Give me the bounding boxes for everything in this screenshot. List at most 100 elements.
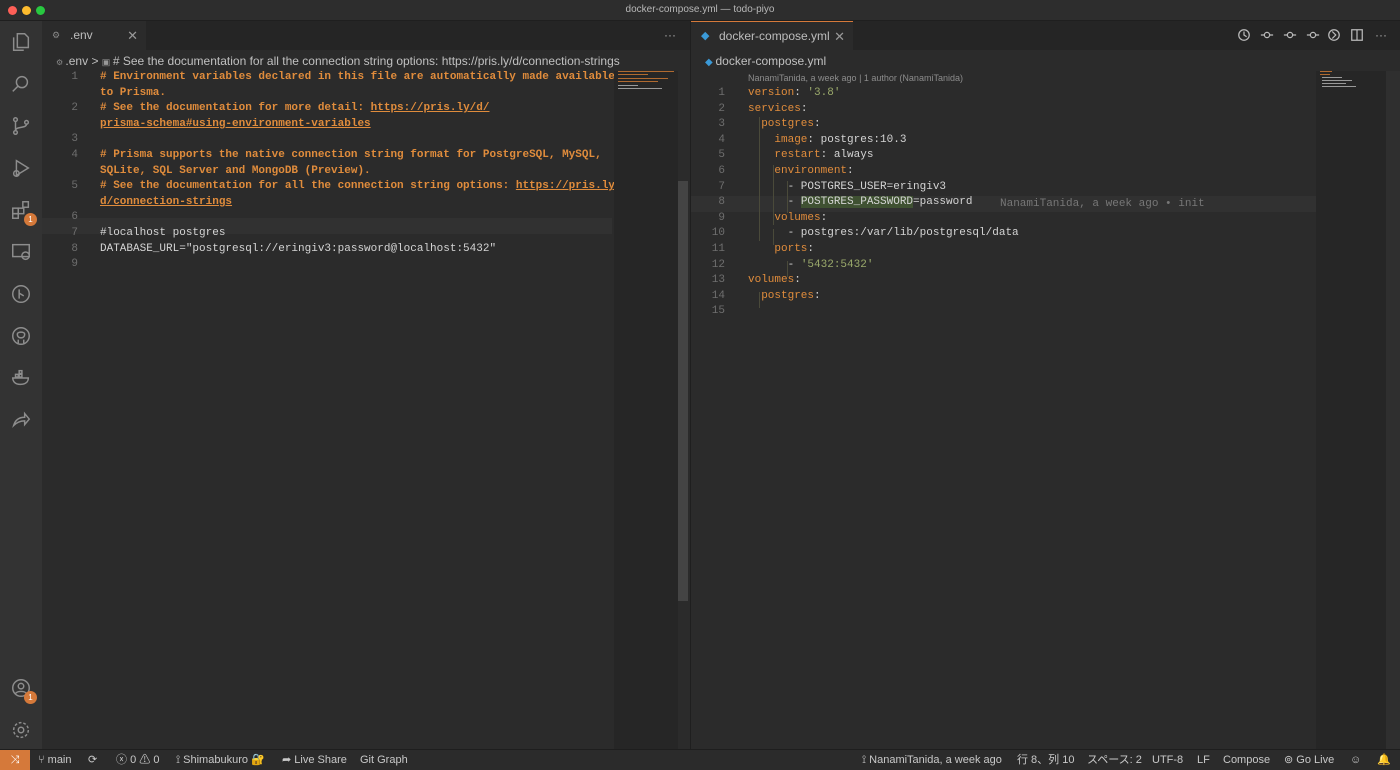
run-debug-icon[interactable] <box>8 155 34 181</box>
language-mode[interactable]: Compose <box>1223 750 1270 770</box>
accounts-badge: 1 <box>24 691 37 704</box>
code-token: - postgres:/var/lib/postgresql/data <box>748 227 1019 240</box>
git-branch-icon: ⑂ <box>38 754 48 766</box>
code-token: : <box>847 165 854 177</box>
next-revision-icon[interactable] <box>1306 28 1320 42</box>
code-text: services: <box>748 101 807 117</box>
line-number: 8 <box>71 242 78 255</box>
status-bar: ⤨ ⑂ main ⟳ ⓧ 0 ⚠ 0 ⟟ Shimabukuro 🔐 ➦ Liv… <box>0 749 1400 770</box>
codelens-blame[interactable]: NanamiTanida, a week ago | 1 author (Nan… <box>748 71 963 85</box>
sync-icon[interactable]: ⟳ <box>88 750 97 770</box>
line-number: 7 <box>718 180 725 193</box>
feedback-icon[interactable]: ☺ <box>1350 750 1361 770</box>
line-number: 1 <box>718 87 725 99</box>
indent-guide <box>787 181 788 213</box>
live-share-icon[interactable] <box>8 407 34 433</box>
previous-revision-icon[interactable] <box>1283 28 1297 42</box>
split-editor-icon[interactable] <box>1350 28 1364 42</box>
line-number: 4 <box>718 133 725 146</box>
code-token: https://pris.ly/d/ <box>370 102 490 115</box>
code-token: postgres <box>748 289 815 302</box>
code-text: # See the documentation for all the conn… <box>100 178 622 194</box>
left-editor-group: ⚙ .env ✕ ··· ⚙ .env > ▣ # See the docume… <box>42 21 690 761</box>
breadcrumb-file[interactable]: docker-compose.yml <box>715 54 826 68</box>
more-actions-button[interactable]: ··· <box>1375 21 1387 50</box>
code-token: ports <box>748 243 808 255</box>
code-token: : <box>794 87 808 99</box>
broadcast-icon: ⊚ <box>1284 754 1297 766</box>
code-token: '3.8' <box>807 87 841 99</box>
settings-gear-icon[interactable] <box>8 717 34 743</box>
live-share-button[interactable]: ➦ Live Share <box>282 750 347 770</box>
code-text: image: postgres:10.3 <box>748 132 906 148</box>
indent-guide <box>759 292 760 308</box>
cursor-position[interactable]: 行 8、列 10 <box>1017 750 1074 770</box>
zoom-window-button[interactable] <box>36 6 45 15</box>
breadcrumb-file[interactable]: .env <box>65 54 88 68</box>
line-number: 8 <box>718 196 725 209</box>
git-graph-button[interactable]: Git Graph <box>360 750 408 770</box>
remote-explorer-icon[interactable] <box>8 239 34 265</box>
problems-indicator[interactable]: ⓧ 0 ⚠ 0 <box>116 750 159 770</box>
left-scrollbar[interactable] <box>678 181 688 601</box>
open-changes-icon[interactable] <box>1260 28 1274 42</box>
code-token: # Prisma supports the native connection … <box>100 149 602 161</box>
live-share-icon: ➦ <box>282 754 295 766</box>
code-token: '5432:5432' <box>800 258 874 271</box>
line-number: 3 <box>718 118 725 131</box>
search-icon[interactable] <box>8 71 34 97</box>
close-window-button[interactable] <box>8 6 17 15</box>
line-number: 1 <box>71 71 78 83</box>
timeline-icon[interactable] <box>1237 28 1251 42</box>
blame-label: NanamiTanida, a week ago <box>869 754 1002 766</box>
line-number: 9 <box>718 211 725 224</box>
line-number: 2 <box>718 102 725 115</box>
git-graph-icon[interactable] <box>8 281 34 307</box>
close-tab-icon[interactable]: ✕ <box>127 21 138 50</box>
symbol-icon: ▣ <box>101 57 113 67</box>
tab-env-label: .env <box>70 28 93 42</box>
end-of-line[interactable]: LF <box>1197 750 1210 770</box>
toggle-blame-icon[interactable] <box>1327 28 1341 42</box>
docker-icon[interactable] <box>8 365 34 391</box>
github-icon[interactable] <box>8 323 34 349</box>
code-token: # Environment variables declared in this… <box>100 71 615 83</box>
extensions-icon[interactable]: 1 <box>8 197 37 226</box>
breadcrumb: ⚙ .env > ▣ # See the documentation for a… <box>56 52 646 70</box>
branch-indicator[interactable]: ⑂ main <box>38 750 72 770</box>
warning-count: 0 <box>153 754 160 766</box>
right-minimap[interactable] <box>1316 71 1386 761</box>
code-token: # See the documentation for more detail: <box>100 102 371 115</box>
left-minimap[interactable] <box>614 71 678 761</box>
blame-indicator[interactable]: ⟟ NanamiTanida, a week ago <box>862 750 1002 770</box>
close-tab-icon[interactable]: ✕ <box>834 22 845 51</box>
code-token: : <box>807 243 815 255</box>
line-number: 15 <box>711 305 725 318</box>
breadcrumb-symbol[interactable]: # See the documentation for all the conn… <box>113 54 620 68</box>
code-token: : <box>814 118 821 131</box>
indentation[interactable]: スペース: 2 <box>1087 750 1142 770</box>
tab-docker-compose[interactable]: ◆ docker-compose.yml ✕ <box>691 21 853 50</box>
code-text: - POSTGRES_PASSWORD=password <box>748 194 972 210</box>
live-share-label: Live Share <box>294 754 347 766</box>
code-text: prisma-schema#using-environment-variable… <box>100 116 371 132</box>
code-text: #localhost postgres <box>100 225 225 241</box>
code-token: : always <box>820 149 874 162</box>
indent-guide <box>773 229 774 245</box>
remote-indicator[interactable]: ⤨ <box>0 750 30 770</box>
minimize-window-button[interactable] <box>22 6 31 15</box>
code-token: : postgres:10.3 <box>807 133 907 146</box>
source-control-icon[interactable] <box>8 113 34 139</box>
accounts-icon[interactable]: 1 <box>8 675 37 704</box>
line-number: 10 <box>711 227 725 240</box>
code-token: #localhost postgres <box>100 227 226 239</box>
code-text: - POSTGRES_USER=eringiv3 <box>748 179 946 195</box>
more-actions-button[interactable]: ··· <box>664 21 676 50</box>
right-scrollbar[interactable] <box>1386 71 1400 761</box>
explorer-icon[interactable] <box>8 29 34 55</box>
tab-env[interactable]: ⚙ .env ✕ <box>42 21 146 50</box>
go-live-button[interactable]: ⊚ Go Live <box>1284 750 1334 770</box>
user-indicator[interactable]: ⟟ Shimabukuro 🔐 <box>176 750 265 770</box>
encoding[interactable]: UTF-8 <box>1152 750 1183 770</box>
notifications-icon[interactable]: 🔔 <box>1377 750 1391 770</box>
